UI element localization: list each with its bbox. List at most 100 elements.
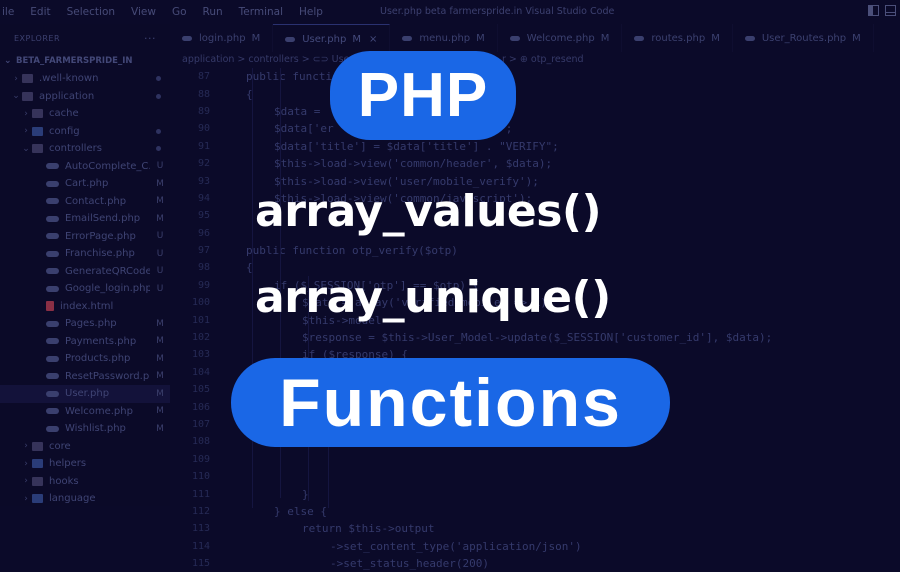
chevron-right-icon: › (24, 126, 28, 137)
tab-welcome-php[interactable]: Welcome.php M (498, 24, 623, 52)
file-name: User.php (65, 388, 110, 400)
menu-item-run[interactable]: Run (195, 6, 231, 18)
menu-item-help[interactable]: Help (291, 6, 331, 18)
modified-dot-icon (156, 128, 161, 134)
line-number: 98 (197, 262, 210, 274)
file-name: Payments.php (65, 335, 137, 347)
git-status-badge: M (156, 423, 164, 434)
file-name: GenerateQRCode... (65, 265, 150, 277)
tab-user-routes-php[interactable]: User_Routes.php M (733, 24, 874, 52)
folder-item[interactable]: › config (0, 123, 170, 141)
file-tree: › .well-known ⌄ application › cache › config ⌄ co… (0, 70, 170, 508)
folder-icon (32, 494, 43, 504)
line-number: 90 (197, 123, 210, 135)
line-number: 91 (197, 140, 210, 152)
php-file-icon (46, 390, 59, 397)
git-status-badge: M (156, 371, 164, 382)
file-name: Contact.php (65, 195, 127, 207)
file-item[interactable]: Google_login.php U (0, 280, 170, 298)
file-item[interactable]: AutoComplete_C... U (0, 158, 170, 176)
file-name: Wishlist.php (65, 423, 126, 435)
tab-menu-php[interactable]: menu.php M (390, 24, 498, 52)
file-item[interactable]: Franchise.php U (0, 245, 170, 263)
tab-login-php[interactable]: login.php M (170, 24, 274, 52)
folder-item[interactable]: › helpers (0, 455, 170, 473)
git-status-badge: M (156, 196, 164, 207)
code-text: $data['title'] = $data['title'] . "VERIF… (274, 139, 559, 153)
file-name: Cart.php (65, 178, 109, 190)
breadcrumb-symbol[interactable]: r > ⊕ otp_resend (502, 54, 584, 65)
chevron-right-icon: › (24, 108, 28, 119)
file-item[interactable]: Wishlist.php M (0, 420, 170, 438)
modified-dot-icon (156, 76, 161, 82)
tab-label: routes.php (651, 32, 706, 44)
git-status-badge: M (600, 32, 610, 44)
file-item[interactable]: index.html (0, 298, 170, 316)
git-status-badge: M (156, 353, 164, 364)
folder-item[interactable]: ⌄ application (0, 88, 170, 106)
folder-item[interactable]: › .well-known (0, 70, 170, 88)
folder-item[interactable]: › language (0, 490, 170, 508)
php-file-icon (46, 268, 59, 275)
file-name: Products.php (65, 353, 131, 365)
menu-item-selection[interactable]: Selection (59, 6, 123, 18)
line-number: 112 (191, 505, 210, 517)
git-status-badge: U (156, 231, 164, 242)
line-number: 93 (197, 175, 210, 187)
menu-item-edit[interactable]: Edit (22, 6, 58, 18)
code-text: } else { (274, 504, 327, 518)
menu-item-terminal[interactable]: Terminal (231, 6, 291, 18)
explorer-header: EXPLORER ··· (0, 24, 170, 52)
file-item[interactable]: Contact.php M (0, 193, 170, 211)
folder-item[interactable]: ⌄ controllers (0, 140, 170, 158)
menu-item-go[interactable]: Go (164, 6, 195, 18)
folder-icon (32, 144, 43, 154)
file-item[interactable]: Payments.php M (0, 333, 170, 351)
file-item[interactable]: ResetPassword.p... M (0, 368, 170, 386)
close-icon[interactable]: × (369, 34, 377, 45)
file-item[interactable]: Products.php M (0, 350, 170, 368)
file-item[interactable]: Cart.php M (0, 175, 170, 193)
code-line: 113 return $this->output (170, 520, 900, 537)
toggle-panel-icon[interactable] (885, 5, 896, 16)
more-actions-icon[interactable]: ··· (144, 32, 156, 45)
menu-item-ile[interactable]: ile (0, 6, 22, 18)
breadcrumb[interactable]: application > controllers > ⊂⊃ User (182, 54, 353, 65)
explorer-sidebar: EXPLORER ··· ⌄ BETA_FARMERSPRIDE_IN › .we… (0, 24, 170, 506)
file-item[interactable]: User.php M (0, 385, 170, 403)
line-number: 109 (191, 453, 210, 465)
code-line: 114 ->set_content_type('application/json'… (170, 538, 900, 555)
html-file-icon (46, 301, 54, 312)
line-number: 104 (191, 366, 210, 378)
file-name: AutoComplete_C... (65, 160, 150, 172)
file-item[interactable]: EmailSend.php M (0, 210, 170, 228)
folder-item[interactable]: › core (0, 438, 170, 456)
line-number: 113 (191, 523, 210, 535)
code-text: $response = $this->User_Model->update($_… (302, 331, 773, 345)
workspace-root[interactable]: ⌄ BETA_FARMERSPRIDE_IN (0, 52, 170, 70)
php-file-icon (402, 35, 413, 41)
php-file-icon (46, 320, 59, 327)
code-line: 112 } else { (170, 503, 900, 520)
line-number: 101 (191, 314, 210, 326)
tab-label: menu.php (419, 32, 471, 44)
git-status-badge: U (156, 266, 164, 277)
file-item[interactable]: ErrorPage.php U (0, 228, 170, 246)
code-text: public function otp_verify($otp) (246, 244, 458, 258)
git-status-badge: M (156, 178, 164, 189)
folder-item[interactable]: › cache (0, 105, 170, 123)
file-item[interactable]: Welcome.php M (0, 403, 170, 421)
php-file-icon (46, 233, 59, 240)
folder-item[interactable]: › hooks (0, 473, 170, 491)
menu-item-view[interactable]: View (123, 6, 164, 18)
file-item[interactable]: Pages.php M (0, 315, 170, 333)
php-file-icon (634, 35, 645, 41)
tab-user-php[interactable]: User.php M × (273, 24, 391, 53)
line-number: 114 (191, 540, 210, 552)
php-file-icon (744, 35, 755, 41)
php-file-icon (46, 163, 59, 170)
modified-dot-icon (156, 146, 161, 152)
file-item[interactable]: GenerateQRCode... U (0, 263, 170, 281)
toggle-sidebar-icon[interactable] (868, 5, 879, 16)
tab-routes-php[interactable]: routes.php M (622, 24, 733, 52)
